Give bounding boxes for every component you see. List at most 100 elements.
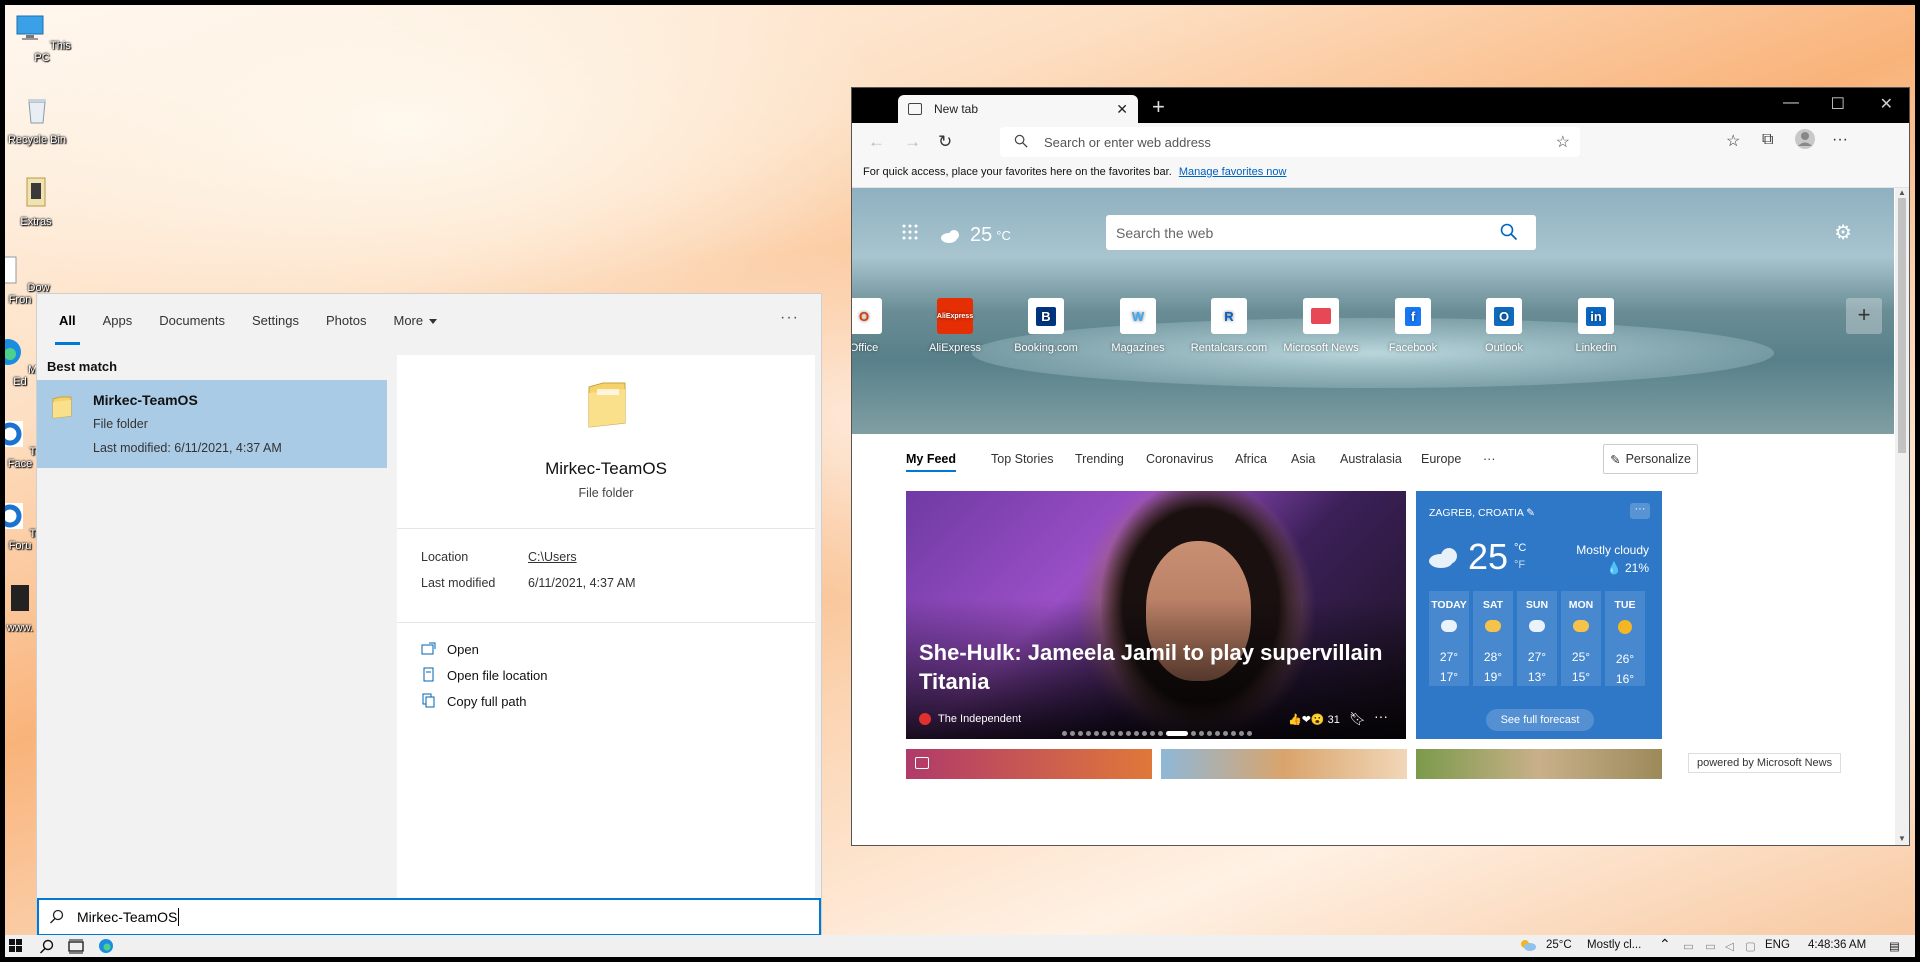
tab-coronavirus[interactable]: Coronavirus [1146, 452, 1213, 466]
story-thumbnail[interactable] [906, 749, 1152, 779]
more-options-button[interactable]: ··· [780, 294, 799, 342]
open-file-location-action[interactable]: Open file location [421, 667, 547, 683]
tab-settings[interactable]: Settings [252, 294, 299, 347]
quick-link-facebook[interactable]: f Facebook [1368, 298, 1458, 354]
quick-link-microsoft-news[interactable]: Microsoft News [1276, 298, 1366, 354]
hero-weather[interactable]: 25 °C [940, 224, 1011, 247]
story-reactions[interactable]: 👍❤😮 31 [1288, 713, 1340, 726]
desktop-icon-this-pc[interactable]: This PC [11, 11, 73, 64]
tab-my-feed[interactable]: My Feed [906, 452, 957, 472]
forecast-day[interactable]: TODAY 27° 17° [1429, 591, 1469, 686]
task-view-icon[interactable] [68, 939, 84, 954]
story-more-options[interactable]: ··· [1374, 708, 1388, 724]
unit-fahrenheit-toggle[interactable]: °F [1514, 559, 1525, 571]
taskbar-weather-temp[interactable]: 25°C [1546, 939, 1572, 951]
tab-all[interactable]: All [55, 294, 80, 347]
action-center-icon[interactable]: ▤ [1889, 939, 1900, 953]
quick-link-rentalcars[interactable]: R Rentalcars.com [1184, 298, 1274, 354]
tab-photos[interactable]: Photos [326, 294, 366, 347]
forward-arrow-icon[interactable]: → [904, 132, 921, 152]
top-story-card[interactable]: She-Hulk: Jameela Jamil to play supervil… [906, 491, 1406, 739]
scrollbar-thumb[interactable] [1898, 198, 1906, 453]
weather-card[interactable]: ZAGREB, CROATIA ✎ ··· 25 °C °F Mostly cl… [1416, 491, 1662, 739]
forecast-day[interactable]: SUN 27° 13° [1517, 591, 1557, 686]
story-source[interactable]: The Independent [919, 713, 1021, 725]
quick-link-booking[interactable]: B Booking.com [1001, 298, 1091, 354]
page-settings-gear-icon[interactable]: ⚙ [1834, 220, 1852, 245]
personalize-button[interactable]: ✎ Personalize [1603, 444, 1698, 474]
see-full-forecast-button[interactable]: See full forecast [1486, 709, 1594, 731]
tab-europe[interactable]: Europe [1421, 452, 1461, 466]
network-icon[interactable]: ▭ [1683, 939, 1694, 953]
minimize-button[interactable]: — [1783, 94, 1799, 112]
refresh-icon[interactable]: ↻ [938, 132, 952, 152]
search-icon[interactable] [1500, 223, 1518, 241]
tab-top-stories[interactable]: Top Stories [991, 452, 1054, 466]
story-headline[interactable]: She-Hulk: Jameela Jamil to play supervil… [919, 638, 1389, 696]
story-thumbnail[interactable] [1416, 749, 1662, 779]
quick-link-office[interactable]: O Office [852, 298, 909, 354]
quick-link-magazines[interactable]: W Magazines [1093, 298, 1183, 354]
manage-favorites-link[interactable]: Manage favorites now [1179, 166, 1287, 178]
desktop-icon-recycle-bin[interactable]: Recycle Bin [6, 93, 68, 146]
tab-australasia[interactable]: Australasia [1340, 452, 1402, 466]
weather-location[interactable]: ZAGREB, CROATIA ✎ [1429, 507, 1535, 519]
chevron-up-icon[interactable]: ⌃ [1659, 936, 1671, 953]
open-action[interactable]: Open [421, 641, 479, 657]
maximize-button[interactable]: ☐ [1831, 94, 1845, 114]
copy-full-path-action[interactable]: Copy full path [421, 693, 527, 709]
quick-link-outlook[interactable]: O Outlook [1459, 298, 1549, 354]
scrollbar[interactable]: ▲ ▼ [1895, 188, 1909, 845]
office-icon: O [852, 298, 882, 334]
language-indicator[interactable]: ENG [1765, 939, 1790, 951]
tab-new-tab[interactable]: New tab ✕ [898, 95, 1138, 123]
close-tab-button[interactable]: ✕ [1116, 101, 1128, 118]
tab-africa[interactable]: Africa [1235, 452, 1267, 466]
location-link[interactable]: C:\Users [528, 550, 577, 564]
story-thumbnail[interactable] [1161, 749, 1407, 779]
tab-asia[interactable]: Asia [1291, 452, 1315, 466]
carousel-indicator[interactable] [1062, 731, 1255, 736]
taskbar-weather-text[interactable]: Mostly cl... [1587, 939, 1641, 951]
more-feed-tabs-button[interactable]: ··· [1483, 452, 1496, 466]
add-quick-link-button[interactable]: + [1846, 298, 1882, 334]
quick-link-linkedin[interactable]: in Linkedin [1551, 298, 1641, 354]
search-icon[interactable] [39, 939, 54, 954]
volume-icon[interactable]: ◁ [1725, 939, 1734, 953]
forecast-day[interactable]: TUE 26° 16° [1605, 591, 1645, 686]
web-search-input[interactable]: Search the web [1106, 215, 1536, 250]
tab-apps[interactable]: Apps [103, 294, 133, 347]
battery-icon[interactable]: ▭ [1705, 939, 1716, 953]
quick-link-aliexpress[interactable]: AliExpress AliExpress [910, 298, 1000, 354]
scroll-down-icon[interactable]: ▼ [1898, 834, 1906, 843]
collections-icon[interactable]: ⧉ [1762, 131, 1773, 149]
profile-avatar[interactable] [1794, 128, 1816, 155]
tab-documents[interactable]: Documents [159, 294, 225, 347]
back-arrow-icon[interactable]: ← [868, 132, 885, 152]
notification-icon[interactable]: ▢ [1745, 939, 1756, 953]
settings-menu-icon[interactable]: ··· [1832, 131, 1848, 149]
app-launcher-icon[interactable] [902, 224, 918, 240]
weather-tray-icon[interactable] [1519, 938, 1537, 952]
clock[interactable]: 4:48:36 AM [1808, 939, 1866, 951]
chevron-down-icon [429, 319, 438, 325]
add-favorite-icon[interactable]: ☆ [1556, 132, 1570, 152]
windows-start-icon[interactable] [9, 939, 23, 953]
unit-celsius-toggle[interactable]: °C [1514, 542, 1526, 554]
forecast-day[interactable]: SAT 28° 19° [1473, 591, 1513, 686]
scroll-up-icon[interactable]: ▲ [1898, 188, 1906, 197]
tab-more[interactable]: More [393, 294, 438, 347]
search-input[interactable]: Mirkec-TeamOS [37, 898, 821, 936]
best-match-result[interactable]: Mirkec-TeamOS File folder Last modified:… [37, 380, 387, 468]
forecast-high: 25° [1571, 650, 1591, 664]
new-tab-button[interactable]: + [1152, 94, 1165, 120]
address-bar[interactable]: Search or enter web address ☆ [1000, 127, 1580, 157]
forecast-day[interactable]: MON 25° 15° [1561, 591, 1601, 686]
bookmark-icon[interactable]: 🔖︎ [1349, 711, 1366, 727]
edge-taskbar-icon[interactable] [98, 938, 114, 954]
desktop-icon-extras[interactable]: Extras [5, 175, 67, 228]
close-window-button[interactable]: ✕ [1880, 94, 1893, 114]
favorites-icon[interactable]: ☆ [1726, 131, 1740, 151]
weather-more-options[interactable]: ··· [1630, 503, 1650, 519]
tab-trending[interactable]: Trending [1075, 452, 1124, 466]
